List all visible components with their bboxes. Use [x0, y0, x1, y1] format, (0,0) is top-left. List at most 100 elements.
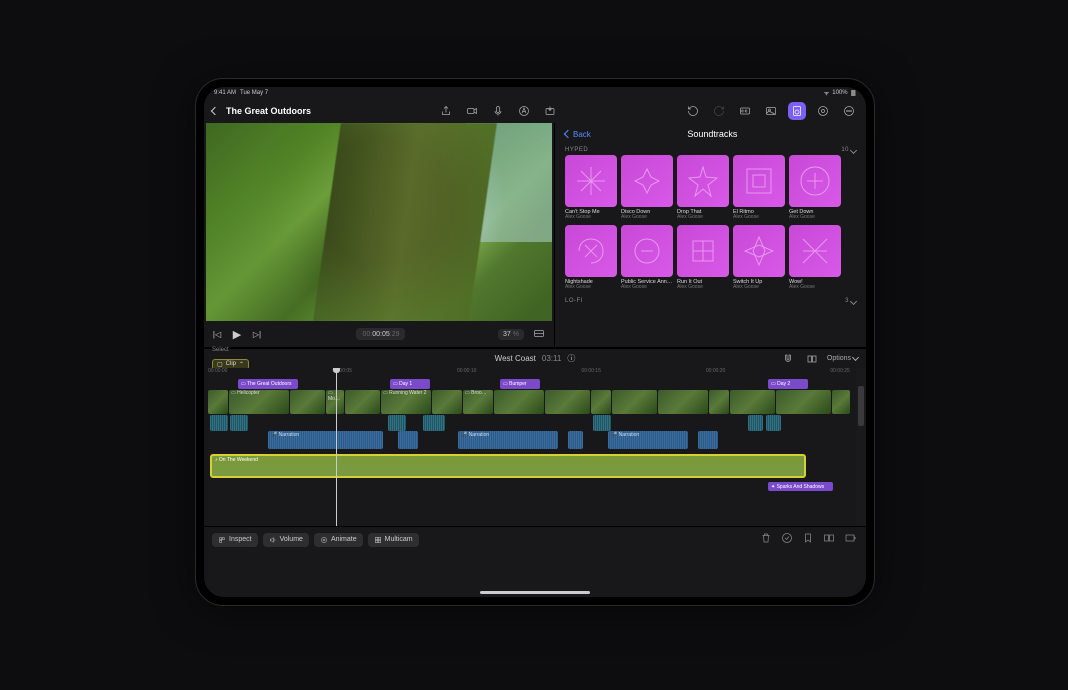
- video-clip[interactable]: [612, 390, 657, 414]
- soundtrack-item[interactable]: Wow!Alex Goose: [789, 225, 841, 291]
- video-clip[interactable]: [709, 390, 729, 414]
- viewer-display-icon[interactable]: [530, 325, 548, 343]
- chevron-down-icon: [850, 146, 857, 153]
- chevron-down-icon: [850, 298, 857, 305]
- animate-button[interactable]: Animate: [314, 533, 363, 547]
- video-clip[interactable]: [545, 390, 590, 414]
- next-frame-button[interactable]: ▷|: [250, 330, 264, 339]
- soundtrack-item[interactable]: NightshadeAlex Goose: [565, 225, 617, 291]
- audio-clip[interactable]: [210, 415, 228, 431]
- trim-icon[interactable]: [842, 531, 858, 549]
- video-clip[interactable]: [658, 390, 708, 414]
- audio-clip[interactable]: [766, 415, 781, 431]
- title-clip[interactable]: ▭ Day 1: [390, 379, 430, 389]
- battery-text: 100%: [832, 90, 847, 96]
- video-clip[interactable]: ▭ Helicopter: [229, 390, 289, 414]
- snapping-icon[interactable]: [803, 350, 821, 368]
- soundtrack-item[interactable]: Disco DownAlex Goose: [621, 155, 673, 221]
- title-clip[interactable]: ▭ Bumper: [500, 379, 540, 389]
- video-clip[interactable]: [591, 390, 611, 414]
- soundtracks-icon[interactable]: [788, 102, 806, 120]
- redo-icon[interactable]: [710, 102, 728, 120]
- import-icon[interactable]: [541, 102, 559, 120]
- playhead[interactable]: [336, 368, 337, 526]
- history-icon[interactable]: [684, 102, 702, 120]
- narration-clip[interactable]: [698, 431, 718, 449]
- soundtrack-item[interactable]: Get DownAlex Goose: [789, 155, 841, 221]
- timeline-scrollbar[interactable]: [856, 368, 866, 526]
- info-icon[interactable]: ⓘ: [567, 353, 575, 364]
- music-clip[interactable]: ♪ On The Weekend: [210, 454, 806, 478]
- home-indicator[interactable]: [480, 591, 590, 594]
- app-header: The Great Outdoors: [204, 99, 866, 123]
- audio-clip[interactable]: [388, 415, 406, 431]
- footer-toolbar: Inspect Volume Animate Multicam: [204, 526, 866, 552]
- audio-clip[interactable]: [423, 415, 445, 431]
- soundtrack-item[interactable]: Public Service AnnouncementAlex Goose: [621, 225, 673, 291]
- video-clip[interactable]: [208, 390, 228, 414]
- trash-icon[interactable]: [758, 531, 774, 549]
- soundtrack-item[interactable]: El RitmoAlex Goose: [733, 155, 785, 221]
- options-button[interactable]: Options: [827, 355, 858, 362]
- timeline[interactable]: 00:00:0000:00:0500:00:1000:00:1500:00:20…: [204, 368, 866, 526]
- section-header-lofi[interactable]: LO-FI 3: [565, 296, 856, 306]
- play-button[interactable]: ▶: [230, 328, 244, 341]
- video-clip[interactable]: [494, 390, 544, 414]
- mic-icon[interactable]: [489, 102, 507, 120]
- inspect-button[interactable]: Inspect: [212, 533, 258, 547]
- more-icon[interactable]: [840, 102, 858, 120]
- title-clip[interactable]: ▭ Day 2: [768, 379, 808, 389]
- title-clip[interactable]: ▭ The Great Outdoors: [238, 379, 298, 389]
- audio-clip[interactable]: [230, 415, 248, 431]
- camera-icon[interactable]: [463, 102, 481, 120]
- timeline-duration: 03:11: [542, 354, 561, 363]
- soundtrack-item[interactable]: Drop ThatAlex Goose: [677, 155, 729, 221]
- video-clip[interactable]: [776, 390, 831, 414]
- zoom-level[interactable]: 37%: [498, 329, 524, 340]
- narration-clip[interactable]: 🎤 Narration: [608, 431, 688, 449]
- browser-back-button[interactable]: Back: [565, 130, 591, 139]
- text-icon[interactable]: [515, 102, 533, 120]
- volume-button[interactable]: Volume: [263, 533, 309, 547]
- prev-frame-button[interactable]: |◁: [210, 330, 224, 339]
- video-clip[interactable]: ▭ Mo…: [326, 390, 344, 414]
- keyword-clip[interactable]: ✦ Sparks And Shadows: [768, 482, 833, 491]
- video-clip[interactable]: [832, 390, 850, 414]
- soundtrack-item[interactable]: Run It OutAlex Goose: [677, 225, 729, 291]
- video-clip[interactable]: [345, 390, 380, 414]
- status-time: 9:41 AM: [214, 90, 236, 96]
- narration-clip[interactable]: 🎤 Narration: [458, 431, 558, 449]
- browser-panel: Back Soundtracks HYPED 10 Can't Stop MeA…: [554, 123, 866, 347]
- cc-icon[interactable]: [736, 102, 754, 120]
- photo-icon[interactable]: [762, 102, 780, 120]
- audio-clip[interactable]: [593, 415, 611, 431]
- video-clip[interactable]: [432, 390, 462, 414]
- multicam-button[interactable]: Multicam: [368, 533, 419, 547]
- status-date: Tue May 7: [240, 90, 268, 96]
- video-clip[interactable]: [290, 390, 325, 414]
- share-icon[interactable]: [437, 102, 455, 120]
- narration-clip[interactable]: [568, 431, 583, 449]
- section-header-hyped[interactable]: HYPED 10: [565, 145, 856, 155]
- narration-clip[interactable]: 🎤 Narration: [268, 431, 383, 449]
- project-title: The Great Outdoors: [226, 106, 311, 116]
- soundtrack-item[interactable]: Switch It UpAlex Goose: [733, 225, 785, 291]
- notch: [508, 79, 563, 85]
- audio-clip[interactable]: [748, 415, 763, 431]
- viewer-canvas[interactable]: [206, 123, 552, 321]
- timecode-display[interactable]: 00:00:05:29: [356, 328, 405, 340]
- bookmark-icon[interactable]: [800, 531, 816, 549]
- wifi-icon: ᯤ: [824, 89, 829, 97]
- video-clip[interactable]: ▭ Running Water 2: [381, 390, 431, 414]
- back-button[interactable]: [212, 106, 218, 117]
- checkmark-icon[interactable]: [779, 531, 795, 549]
- screen: 9:41 AM Tue May 7 ᯤ 100% ䷀ The Great Out…: [204, 87, 866, 597]
- split-icon[interactable]: [821, 531, 837, 549]
- soundtrack-item[interactable]: Can't Stop MeAlex Goose: [565, 155, 617, 221]
- voiceover-icon[interactable]: [814, 102, 832, 120]
- battery-icon: ䷀: [851, 90, 856, 97]
- video-clip[interactable]: ▭ Broo…: [463, 390, 493, 414]
- video-clip[interactable]: [730, 390, 775, 414]
- narration-clip[interactable]: [398, 431, 418, 449]
- magnetic-icon[interactable]: [779, 350, 797, 368]
